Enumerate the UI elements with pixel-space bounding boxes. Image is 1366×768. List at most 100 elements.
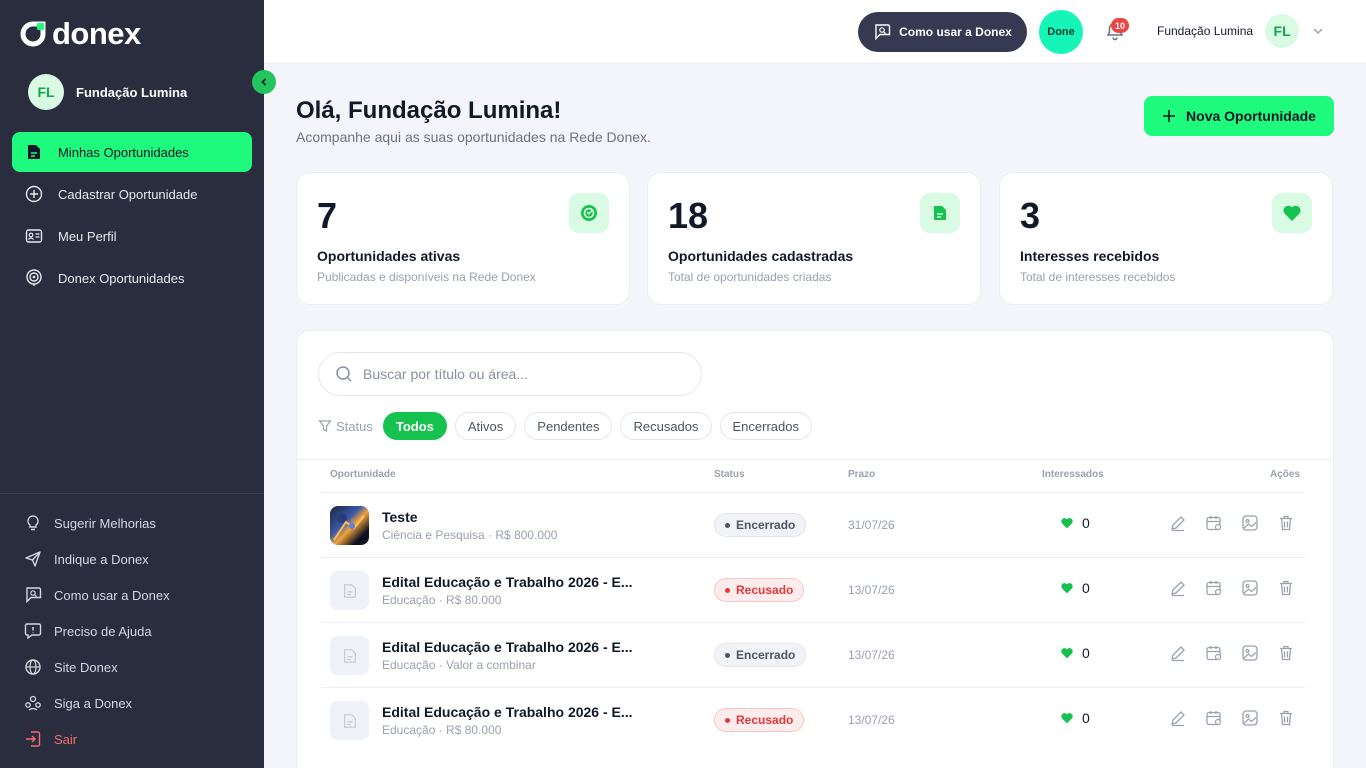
stat-card-registered: 18 Oportunidades cadastradas Total de op… [647, 172, 981, 305]
opportunities-panel: Status Todos Ativos Pendentes Recusados … [296, 330, 1334, 768]
sidebar-item-label: Sugerir Melhorias [54, 515, 156, 531]
edit-icon[interactable] [1169, 514, 1187, 532]
sidebar-item-label: Donex Oportunidades [58, 270, 185, 286]
filter-chip-todos[interactable]: Todos [382, 412, 447, 440]
column-header-status: Status [714, 469, 745, 480]
status-dot [725, 587, 730, 593]
heart-icon [1061, 583, 1073, 594]
opportunity-title[interactable]: Edital Educação e Trabalho 2026 - E... [382, 704, 652, 720]
table-row[interactable]: Edital Educação e Trabalho 2026 - E... E… [321, 622, 1305, 687]
sidebar-item-minhas-oportunidades[interactable]: Minhas Oportunidades [12, 132, 252, 172]
trash-icon[interactable] [1277, 709, 1295, 727]
sidebar-item-meu-perfil[interactable]: Meu Perfil [12, 216, 252, 256]
table-row[interactable]: Teste Ciência e Pesquisa · R$ 800.000 En… [321, 492, 1305, 557]
opportunity-title[interactable]: Edital Educação e Trabalho 2026 - E... [382, 574, 652, 590]
topbar: Como usar a Donex Done 10 Fundação Lumin… [264, 0, 1366, 64]
filter-chip-pendentes[interactable]: Pendentes [524, 412, 613, 440]
stat-title: Oportunidades cadastradas [668, 248, 854, 264]
column-header-acoes: Ações [1270, 469, 1301, 480]
calendar-icon[interactable] [1205, 514, 1223, 532]
sidebar-item-label: Indique a Donex [54, 551, 149, 567]
page-subtitle: Acompanhe aqui as suas oportunidades na … [296, 129, 651, 145]
edit-icon[interactable] [1169, 644, 1187, 662]
heart-icon [1061, 648, 1073, 659]
deadline: 13/07/26 [848, 713, 895, 727]
status-filters: Status Todos Ativos Pendentes Recusados … [318, 412, 812, 440]
status-text: Encerrado [736, 648, 796, 662]
table-row[interactable]: Edital Educação e Trabalho 2026 - E... E… [321, 557, 1305, 622]
image-icon[interactable] [1241, 514, 1259, 532]
filter-label: Status [318, 419, 373, 434]
trash-icon[interactable] [1277, 644, 1295, 662]
trash-icon[interactable] [1277, 514, 1295, 532]
document-icon [24, 142, 44, 162]
id-card-icon [24, 226, 44, 246]
calendar-icon[interactable] [1205, 709, 1223, 727]
column-header-prazo: Prazo [848, 469, 876, 480]
how-to-use-button[interactable]: Como usar a Donex [858, 12, 1027, 52]
sidebar-user: FL Fundação Lumina [28, 74, 187, 110]
filter-chip-ativos[interactable]: Ativos [454, 412, 517, 440]
interested-value: 0 [1082, 515, 1090, 531]
opportunity-subtitle: Educação · Valor a combinar [382, 658, 536, 672]
interested-count: 0 [1060, 580, 1090, 596]
stat-description: Publicadas e disponíveis na Rede Donex [317, 270, 536, 284]
user-name: Fundação Lumina [1157, 24, 1254, 38]
sidebar-item-siga[interactable]: Siga a Donex [24, 685, 244, 721]
logo-mark-icon [20, 21, 46, 47]
row-actions [1169, 709, 1295, 727]
calendar-icon[interactable] [1205, 644, 1223, 662]
user-menu[interactable]: Fundação Lumina FL [1157, 14, 1325, 48]
opportunity-title[interactable]: Teste [382, 509, 652, 525]
filter-chip-recusados[interactable]: Recusados [620, 412, 712, 440]
logout-icon [26, 731, 41, 747]
table-row[interactable]: Edital Educação e Trabalho 2026 - E... E… [321, 687, 1305, 752]
sidebar-item-sair[interactable]: Sair [24, 721, 244, 757]
image-icon[interactable] [1241, 709, 1259, 727]
image-icon[interactable] [1241, 644, 1259, 662]
donex-logo[interactable]: donex [20, 16, 141, 52]
stat-description: Total de interesses recebidos [1020, 270, 1176, 284]
sidebar-item-ajuda[interactable]: Preciso de Ajuda [24, 613, 244, 649]
document-icon [343, 583, 356, 598]
image-icon[interactable] [1241, 579, 1259, 597]
sidebar-item-donex-oportunidades[interactable]: Donex Oportunidades [12, 258, 252, 298]
interested-count: 0 [1060, 645, 1090, 661]
opportunity-title[interactable]: Edital Educação e Trabalho 2026 - E... [382, 639, 652, 655]
search-input[interactable] [363, 366, 683, 382]
table-divider [297, 459, 1333, 460]
sidebar-item-label: Preciso de Ajuda [54, 623, 152, 639]
assistant-button[interactable]: Done [1039, 10, 1083, 54]
document-icon [920, 193, 960, 233]
stat-value: 3 [1020, 195, 1041, 236]
sidebar: donex FL Fundação Lumina Minhas Oportuni… [0, 0, 264, 768]
sidebar-item-label: Site Donex [54, 659, 118, 675]
avatar: FL [1265, 14, 1300, 48]
sidebar-item-label: Siga a Donex [54, 695, 133, 711]
sidebar-bottom-nav: Sugerir Melhorias Indique a Donex Como u… [24, 505, 244, 757]
heart-icon [1061, 713, 1073, 724]
filter-chip-encerrados[interactable]: Encerrados [719, 412, 812, 440]
edit-icon[interactable] [1169, 709, 1187, 727]
interested-value: 0 [1082, 580, 1090, 596]
edit-icon[interactable] [1169, 579, 1187, 597]
opportunity-placeholder [330, 701, 369, 740]
sidebar-item-como-usar[interactable]: Como usar a Donex [24, 577, 244, 613]
calendar-icon[interactable] [1205, 579, 1223, 597]
opportunity-placeholder [330, 571, 369, 610]
opportunity-subtitle: Ciência e Pesquisa · R$ 800.000 [382, 528, 558, 542]
sidebar-divider [0, 493, 264, 494]
new-opportunity-button[interactable]: Nova Oportunidade [1144, 96, 1334, 136]
plus-circle-icon [24, 184, 44, 204]
search-box[interactable] [318, 352, 702, 396]
status-dot [725, 522, 730, 528]
trash-icon[interactable] [1277, 579, 1295, 597]
chat-search-icon [875, 24, 891, 41]
sidebar-item-sugerir-melhorias[interactable]: Sugerir Melhorias [24, 505, 244, 541]
sidebar-item-indique[interactable]: Indique a Donex [24, 541, 244, 577]
status-badge: Encerrado [714, 643, 807, 667]
sidebar-item-cadastrar-oportunidade[interactable]: Cadastrar Oportunidade [12, 174, 252, 214]
collapse-sidebar-button[interactable] [252, 70, 276, 94]
stat-value: 7 [317, 195, 338, 236]
sidebar-item-site[interactable]: Site Donex [24, 649, 244, 685]
